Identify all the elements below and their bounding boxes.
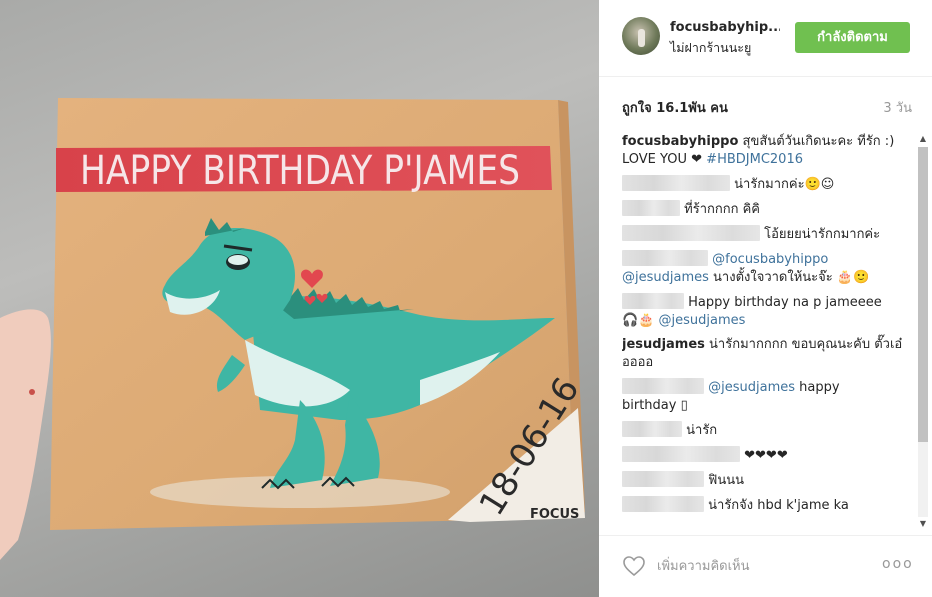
comments-list: focusbabyhippo สุขสันต์วันเกิดนะคะ ที่รั…	[622, 133, 912, 530]
comment-text: Happy birthday na p jameeee	[688, 295, 882, 310]
caption: focusbabyhippo สุขสันต์วันเกิดนะคะ ที่รั…	[622, 133, 912, 169]
comment-item: @jesudjames happy birthday ▯	[622, 378, 912, 415]
blurred-username	[622, 446, 740, 462]
location-link[interactable]: ไม่ฝากร้านนะยู	[670, 38, 751, 58]
comment-mention[interactable]: @jesudjames	[708, 380, 795, 395]
comment-text: ฟินนน	[708, 473, 745, 488]
blurred-username	[622, 293, 684, 309]
post-header: focusbabyhip... ไม่ฝากร้านนะยู กำลังติดต…	[599, 0, 932, 77]
comment-item: น่ารักจัง hbd k'jame ka	[622, 496, 912, 515]
comment-mention[interactable]: @focusbabyhippo	[712, 252, 828, 267]
comment-item: ที่ร้ากกกก คิคิ	[622, 200, 912, 219]
blurred-username	[622, 225, 760, 241]
comment-text: น่ารักจัง hbd k'jame ka	[708, 498, 849, 513]
like-count[interactable]: ถูกใจ 16.1พัน คน	[622, 97, 728, 118]
stats-row: ถูกใจ 16.1พัน คน 3 วัน	[622, 97, 912, 117]
blurred-username	[622, 250, 708, 266]
comment-mention[interactable]: @jesudjames	[659, 313, 746, 328]
timestamp[interactable]: 3 วัน	[883, 97, 912, 118]
blurred-username	[622, 378, 704, 394]
comment-item: ❤❤❤❤	[622, 446, 912, 465]
comment-mention[interactable]: @jesudjames	[622, 270, 709, 285]
hand	[0, 309, 51, 560]
scroll-thumb[interactable]	[918, 147, 928, 442]
comments-scrollbar[interactable]: ▲ ▼	[916, 133, 930, 530]
comment-text: ที่ร้ากกกก คิคิ	[684, 202, 761, 217]
caption-hashtag[interactable]: #HBDJMC2016	[706, 152, 803, 167]
comment-text: น่ารักมากค่ะ🙂☺	[734, 177, 835, 192]
banner-text: HAPPY BIRTHDAY P'JAMES	[80, 148, 520, 194]
caption-username[interactable]: focusbabyhippo	[622, 134, 738, 149]
like-heart-icon[interactable]	[622, 555, 646, 577]
comment-text: นางตั้งใจวาดให้นะจ๊ะ 🎂🙂	[713, 270, 870, 285]
header-username[interactable]: focusbabyhip...	[670, 20, 780, 35]
blurred-username	[622, 496, 704, 512]
add-comment-input[interactable]	[657, 555, 857, 577]
comment-item: น่ารัก	[622, 421, 912, 440]
post-photo: HAPPY BIRTHDAY P'JAMES 18-06-16 FOCUS	[0, 0, 599, 597]
post-side-panel: focusbabyhip... ไม่ฝากร้านนะยู กำลังติดต…	[599, 0, 932, 597]
comment-text: happy	[799, 380, 840, 395]
blurred-username	[622, 471, 704, 487]
avatar[interactable]	[622, 17, 660, 55]
comment-text: โอ้ยยยน่ารักกมากค่ะ	[764, 227, 881, 242]
comment-emoji: 🎧🎂	[622, 313, 655, 328]
comment-item: @focusbabyhippo @jesudjames นางตั้งใจวาด…	[622, 250, 912, 287]
blurred-username	[622, 200, 680, 216]
painting-illustration: HAPPY BIRTHDAY P'JAMES 18-06-16 FOCUS	[0, 98, 587, 560]
following-button[interactable]: กำลังติดตาม	[795, 22, 910, 53]
comment-item: Happy birthday na p jameeee 🎧🎂 @jesudjam…	[622, 293, 912, 330]
comment-item: ฟินนน	[622, 471, 912, 490]
comment-item: โอ้ยยยน่ารักกมากค่ะ	[622, 225, 912, 244]
comment-text: น่ารัก	[686, 423, 718, 438]
scroll-down-arrow-icon[interactable]: ▼	[918, 518, 928, 530]
more-options-button[interactable]: ooo	[882, 556, 912, 576]
signature-text: FOCUS	[530, 507, 579, 522]
comment-item: jesudjames น่ารักมากกกก ขอบคุณนะคับ ตั๊ว…	[622, 336, 912, 372]
comment-item: น่ารักมากค่ะ🙂☺	[622, 175, 912, 194]
blurred-username	[622, 175, 730, 191]
comment-text: ❤❤❤❤	[744, 448, 788, 463]
comment-username[interactable]: jesudjames	[622, 337, 705, 352]
scroll-up-arrow-icon[interactable]: ▲	[918, 133, 928, 145]
post-footer: ooo	[599, 535, 932, 597]
comment-text: birthday ▯	[622, 398, 688, 413]
blurred-username	[622, 421, 682, 437]
